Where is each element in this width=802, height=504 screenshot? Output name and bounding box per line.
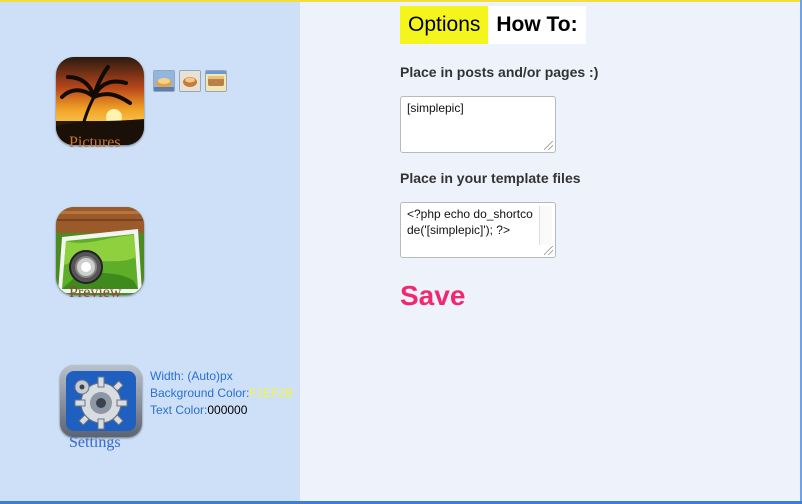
main-panel: Options How To: Place in posts and/or pa… <box>300 2 800 501</box>
settings-label[interactable]: Settings <box>69 434 121 452</box>
background-color-value: F1EF2B <box>249 386 294 400</box>
settings-app-icon[interactable] <box>60 365 142 437</box>
width-setting: Width: (Auto)px <box>150 369 233 383</box>
posts-shortcode-textarea[interactable]: [simplepic] <box>400 96 556 153</box>
pictures-app-icon[interactable] <box>56 57 144 145</box>
pictures-label[interactable]: Pictures <box>69 134 121 152</box>
tab-bar: Options How To: <box>400 6 586 44</box>
tab-how-to[interactable]: How To: <box>488 6 586 44</box>
preview-app-icon[interactable] <box>56 207 144 295</box>
thumbnail-3[interactable] <box>205 70 227 92</box>
textarea-scrollbar[interactable] <box>539 206 552 245</box>
settings-info: Width: (Auto)px Background Color:F1EF2B … <box>150 368 293 419</box>
save-button[interactable]: Save <box>400 280 465 312</box>
preview-label[interactable]: Preview <box>69 284 121 302</box>
posts-shortcode-text: [simplepic] <box>407 101 464 115</box>
tab-options[interactable]: Options <box>400 6 489 44</box>
resize-grip[interactable] <box>544 141 553 150</box>
template-code-text: <?php echo do_shortcode('[simplepic]'); … <box>407 207 533 237</box>
text-color-setting: Text Color:000000 <box>150 402 293 419</box>
food-thumbnail-icon <box>206 71 226 91</box>
text-color-value: 000000 <box>207 403 248 417</box>
food-thumbnail-icon <box>154 71 174 91</box>
template-code-textarea[interactable]: <?php echo do_shortcode('[simplepic]'); … <box>400 202 556 258</box>
background-color-label: Background Color: <box>150 386 250 400</box>
food-thumbnail-icon <box>180 71 200 91</box>
template-files-label: Place in your template files <box>400 170 581 186</box>
thumbnail-1[interactable] <box>153 70 175 92</box>
background-color-setting: Background Color:F1EF2B <box>150 385 293 402</box>
sunset-palm-icon <box>56 57 144 145</box>
preview-loupe-icon <box>56 207 144 295</box>
sidebar: Pictures Preview Settings Width: (Auto)p… <box>0 2 300 501</box>
gears-icon <box>60 365 142 437</box>
posts-pages-label: Place in posts and/or pages :) <box>400 64 599 80</box>
text-color-label: Text Color: <box>150 403 208 417</box>
resize-grip[interactable] <box>544 246 553 255</box>
thumbnail-2[interactable] <box>179 70 201 92</box>
